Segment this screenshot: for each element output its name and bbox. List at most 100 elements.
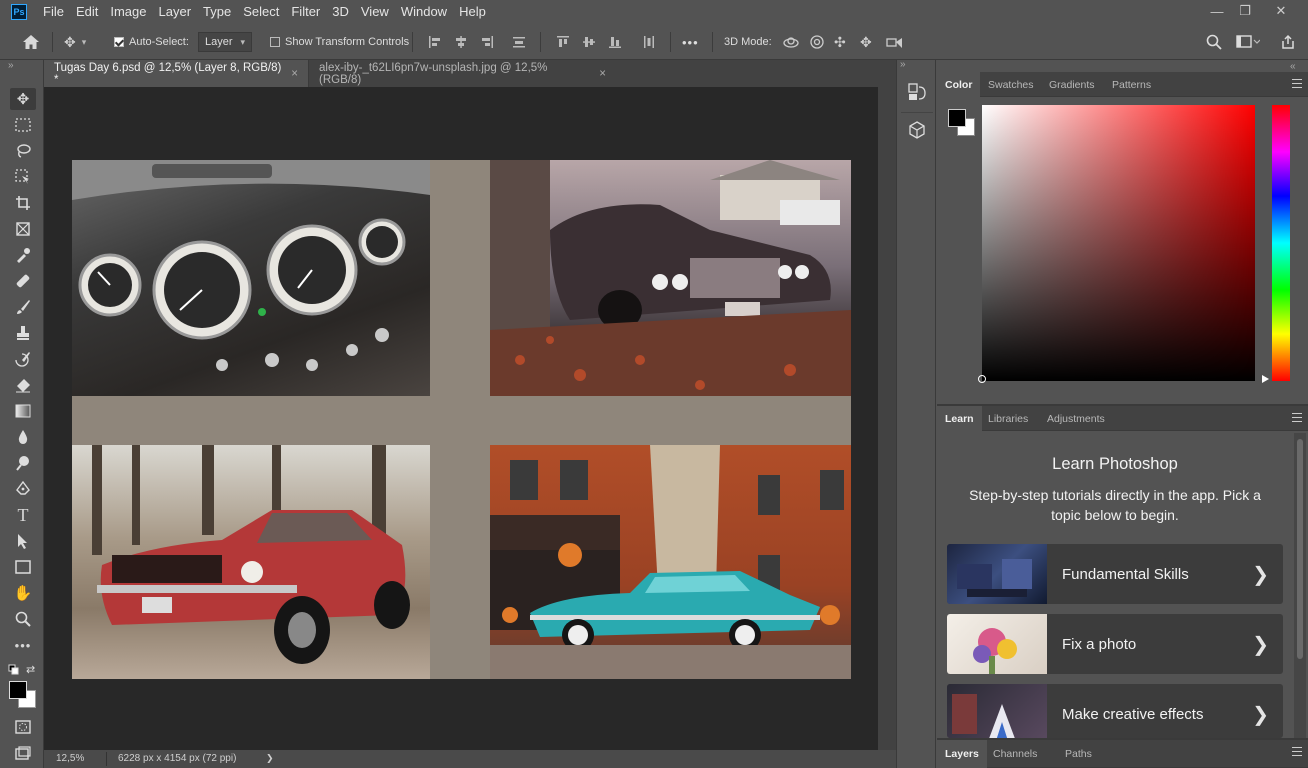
tab-channels[interactable]: Channels — [985, 740, 1045, 768]
layers-panel-menu-icon[interactable] — [1292, 747, 1302, 756]
tab-adjustments[interactable]: Adjustments — [1039, 406, 1113, 431]
vertical-scrollbar[interactable] — [878, 87, 896, 750]
show-transform-controls-checkbox[interactable]: Show Transform Controls — [270, 24, 409, 60]
type-tool-icon[interactable]: T — [10, 504, 36, 526]
3d-orbit-icon[interactable] — [782, 24, 800, 60]
hand-tool-icon[interactable]: ✋ — [10, 582, 36, 604]
hue-slider-handle[interactable] — [1262, 375, 1269, 383]
3d-pan-icon[interactable]: ✣ — [834, 24, 846, 60]
tab-learn[interactable]: Learn — [937, 406, 982, 431]
distribute-vertical-icon[interactable] — [512, 24, 526, 60]
align-middle-vertical-icon[interactable] — [582, 24, 596, 60]
3d-slide-icon[interactable]: ✥ — [860, 24, 872, 60]
edit-toolbar-icon[interactable]: ••• — [10, 634, 36, 656]
align-top-icon[interactable] — [556, 24, 570, 60]
collapse-toolbar-icon[interactable]: » — [8, 60, 14, 71]
search-icon[interactable] — [1206, 24, 1222, 60]
menu-edit[interactable]: Edit — [70, 0, 104, 24]
tab-swatches[interactable]: Swatches — [980, 72, 1042, 97]
more-options-button[interactable]: ••• — [682, 24, 699, 60]
frame-tool-icon[interactable] — [10, 218, 36, 240]
color-picker-handle[interactable] — [978, 375, 986, 383]
learn-card-fix-a-photo[interactable]: Fix a photo ❯ — [947, 614, 1283, 674]
photo-cadillac-autumn[interactable] — [490, 160, 851, 396]
tab-paths[interactable]: Paths — [1057, 740, 1100, 768]
menu-type[interactable]: Type — [197, 0, 237, 24]
photo-red-mustang[interactable] — [72, 445, 430, 679]
gradient-tool-icon[interactable] — [10, 400, 36, 422]
expand-dock-icon[interactable]: » — [900, 59, 906, 70]
clone-stamp-tool-icon[interactable] — [10, 322, 36, 344]
auto-select-target-dropdown[interactable]: Layer ▾ — [198, 32, 253, 52]
status-menu-arrow[interactable]: ❯ — [266, 753, 274, 764]
menu-image[interactable]: Image — [104, 0, 152, 24]
document-canvas[interactable] — [72, 160, 851, 679]
move-tool-icon[interactable]: ✥ — [10, 88, 36, 110]
object-selection-tool-icon[interactable] — [10, 166, 36, 188]
photo-teal-impala[interactable] — [490, 445, 851, 679]
menu-file[interactable]: File — [37, 0, 70, 24]
tab-alex-iby-unsplash[interactable]: alex-iby-_t62LI6pn7w-unsplash.jpg @ 12,5… — [308, 60, 616, 87]
eraser-tool-icon[interactable] — [10, 374, 36, 396]
rectangle-tool-icon[interactable] — [10, 556, 36, 578]
distribute-horizontal-icon[interactable] — [642, 24, 656, 60]
collapse-panels-icon[interactable]: « — [1290, 61, 1296, 72]
close-window-button[interactable]: ✕ — [1264, 0, 1298, 22]
color-picker-field[interactable] — [982, 105, 1255, 381]
marquee-tool-icon[interactable] — [10, 114, 36, 136]
menu-filter[interactable]: Filter — [285, 0, 326, 24]
tab-color[interactable]: Color — [937, 72, 981, 97]
3d-roll-icon[interactable] — [808, 24, 826, 60]
close-tab-icon[interactable]: × — [599, 68, 606, 80]
3d-scale-icon[interactable] — [886, 24, 904, 60]
home-icon[interactable] — [22, 24, 40, 60]
quick-mask-icon[interactable] — [10, 716, 36, 738]
learn-scroll-thumb[interactable] — [1297, 439, 1303, 659]
learn-card-fundamental-skills[interactable]: Fundamental Skills ❯ — [947, 544, 1283, 604]
foreground-color-swatch[interactable] — [9, 681, 27, 699]
align-center-horizontal-icon[interactable] — [454, 24, 468, 60]
menu-3d[interactable]: 3D — [326, 0, 355, 24]
path-selection-tool-icon[interactable] — [10, 530, 36, 552]
tab-gradients[interactable]: Gradients — [1041, 72, 1103, 97]
color-panel-menu-icon[interactable] — [1292, 79, 1302, 88]
screen-mode-icon[interactable] — [10, 742, 36, 764]
restore-button[interactable]: ❐ — [1228, 0, 1262, 22]
menu-window[interactable]: Window — [395, 0, 453, 24]
learn-panel-menu-icon[interactable] — [1292, 413, 1302, 422]
close-tab-icon[interactable]: × — [291, 68, 298, 80]
align-right-icon[interactable] — [480, 24, 494, 60]
history-brush-tool-icon[interactable] — [10, 348, 36, 370]
menu-select[interactable]: Select — [237, 0, 285, 24]
eyedropper-tool-icon[interactable] — [10, 244, 36, 266]
hue-slider[interactable] — [1272, 105, 1290, 381]
dodge-tool-icon[interactable] — [10, 452, 36, 474]
share-icon[interactable] — [1280, 24, 1296, 60]
align-bottom-icon[interactable] — [608, 24, 622, 60]
history-panel-icon[interactable] — [907, 82, 927, 105]
align-left-icon[interactable] — [428, 24, 442, 60]
learn-card-make-creative-effects[interactable]: Make creative effects ❯ — [947, 684, 1283, 738]
menu-help[interactable]: Help — [453, 0, 492, 24]
photo-dashboard-gauges[interactable] — [72, 160, 430, 396]
zoom-tool-icon[interactable] — [10, 608, 36, 630]
swap-colors-icon[interactable]: ⇄ — [26, 663, 35, 676]
tab-layers[interactable]: Layers — [937, 740, 987, 768]
menu-view[interactable]: View — [355, 0, 395, 24]
blur-tool-icon[interactable] — [10, 426, 36, 448]
crop-tool-icon[interactable] — [10, 192, 36, 214]
pen-tool-icon[interactable] — [10, 478, 36, 500]
workspace-icon[interactable] — [1236, 24, 1260, 60]
tab-patterns[interactable]: Patterns — [1104, 72, 1159, 97]
healing-brush-tool-icon[interactable] — [10, 270, 36, 292]
zoom-level[interactable]: 12,5% — [56, 753, 84, 764]
color-panel-foreground-swatch[interactable] — [948, 109, 966, 127]
menu-layer[interactable]: Layer — [153, 0, 198, 24]
default-colors-icon[interactable] — [8, 664, 20, 679]
brush-tool-icon[interactable] — [10, 296, 36, 318]
lasso-tool-icon[interactable] — [10, 140, 36, 162]
tab-tugas-day-6[interactable]: Tugas Day 6.psd @ 12,5% (Layer 8, RGB/8)… — [44, 60, 308, 87]
move-tool-preset-icon[interactable]: ✥ ▾ — [64, 24, 86, 60]
learn-panel-scrollbar[interactable] — [1294, 433, 1306, 738]
tab-libraries[interactable]: Libraries — [980, 406, 1036, 431]
